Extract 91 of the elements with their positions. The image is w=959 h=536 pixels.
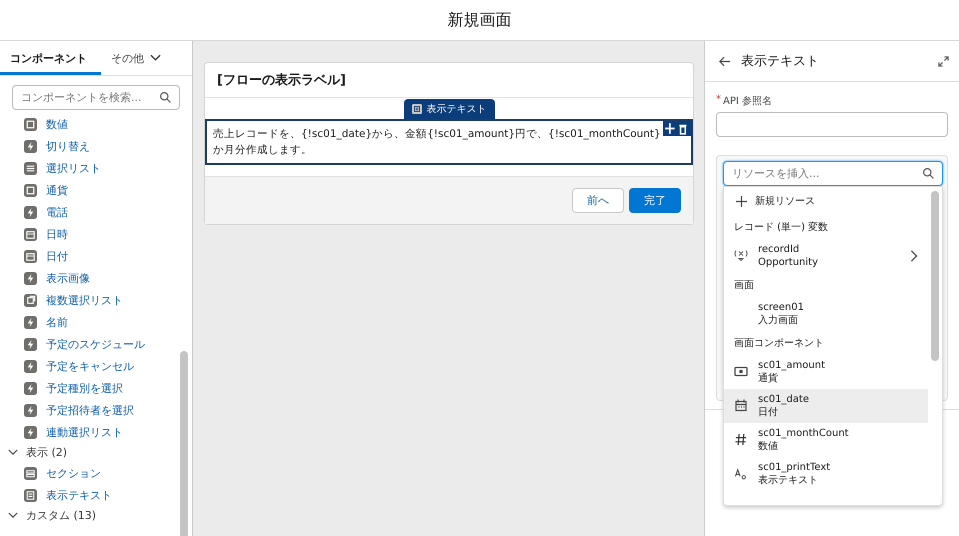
lightning-icon — [24, 360, 37, 372]
lightning-icon — [24, 206, 37, 218]
display-text-component[interactable]: 売上レコードを、{!sc01_date}から、金額{!sc01_amount}円で、{!sc01_monthCount}か月分作成します。 — [205, 119, 693, 165]
group-heading: カスタム (13) — [26, 508, 96, 523]
previous-button[interactable]: 前へ — [572, 188, 624, 213]
expand-icon[interactable] — [938, 56, 949, 66]
resource-option[interactable]: sc01_date 日付 — [724, 389, 928, 423]
resource-name: sc01_printText — [758, 461, 832, 474]
component-tag-label: 表示テキスト — [426, 102, 486, 116]
lightning-icon — [24, 382, 37, 394]
required-mark: * — [716, 94, 721, 107]
variable-icon — [734, 249, 748, 262]
menu-group-heading: 画面コンポーネント — [734, 337, 824, 350]
new-resource-option[interactable]: 新規リソース — [724, 187, 928, 215]
search-field[interactable]: コンポーネントを検索... — [12, 85, 180, 110]
calendar-icon — [734, 399, 748, 412]
resource-option[interactable]: screen01 入力画面 — [724, 297, 928, 331]
component-icon — [24, 466, 37, 480]
component-icon — [24, 228, 37, 240]
palette-tab[interactable]: その他 — [101, 41, 171, 75]
display-text: 売上レコードを、{!sc01_date}から、金額{!sc01_amount}円で、{!sc01_monthCount}か月分作成します。 — [213, 128, 661, 156]
finish-button[interactable]: 完了 — [629, 188, 681, 213]
palette-tab[interactable]: コンポーネント — [0, 41, 101, 75]
resource-type: 通貨 — [758, 372, 779, 385]
component-item[interactable]: 名前 — [46, 314, 68, 330]
component-item[interactable]: 数値 — [46, 116, 68, 132]
resource-type: 表示テキスト — [758, 474, 819, 487]
hash-icon — [734, 433, 748, 446]
screen-title: [フローの表示ラベル] — [217, 72, 346, 89]
move-delete-icon[interactable] — [663, 121, 691, 136]
lightning-icon — [24, 404, 37, 416]
search-icon — [922, 167, 935, 180]
resource-type: Opportunity — [758, 256, 820, 269]
component-item[interactable]: 選択リスト — [46, 160, 101, 176]
lightning-icon — [24, 272, 37, 284]
component-icon — [24, 162, 37, 174]
resource-type: 日付 — [758, 406, 779, 419]
resource-name: sc01_amount — [758, 359, 826, 372]
component-item[interactable]: 通貨 — [46, 182, 68, 198]
text-icon — [412, 104, 422, 114]
resource-type: 入力画面 — [758, 314, 799, 327]
caret-icon — [150, 54, 161, 62]
resource-option[interactable]: sc01_monthCount 数値 — [724, 423, 928, 457]
component-icon — [24, 250, 37, 262]
resource-search-field[interactable]: リソースを挿入... — [723, 161, 943, 186]
component-icon — [24, 488, 37, 502]
component-item[interactable]: 予定のスケジュール — [46, 336, 145, 352]
currency-icon — [734, 365, 748, 378]
menu-group-heading: 画面 — [734, 279, 754, 292]
text-format-icon — [734, 467, 748, 480]
page-title: 新規画面 — [448, 10, 512, 30]
component-item[interactable]: 予定をキャンセル — [46, 358, 134, 374]
chevron-icon — [910, 250, 918, 262]
lightning-icon — [24, 426, 37, 438]
resource-type: 数値 — [758, 440, 779, 453]
scrollbar[interactable] — [931, 191, 939, 361]
resource-option[interactable]: sc01_printText 表示テキスト — [724, 457, 928, 491]
resource-name: sc01_monthCount — [758, 427, 850, 440]
lightning-icon — [24, 316, 37, 328]
component-item[interactable]: 表示テキスト — [46, 488, 112, 502]
component-icon — [24, 184, 37, 196]
chevron-icon[interactable] — [8, 449, 18, 456]
search-icon — [159, 91, 172, 104]
component-item[interactable]: 電話 — [46, 204, 68, 220]
resource-option[interactable]: recordId Opportunity — [724, 239, 928, 273]
api-name-input[interactable] — [716, 112, 948, 137]
component-item[interactable]: セクション — [46, 466, 101, 480]
plus-icon — [736, 196, 747, 206]
lightning-icon — [24, 338, 37, 350]
component-item[interactable]: 日付 — [46, 248, 68, 264]
component-item[interactable]: 切り替え — [46, 138, 90, 154]
field-label: API 参照名 — [723, 94, 772, 108]
resource-option[interactable]: sc01_amount 通貨 — [724, 355, 928, 389]
component-item[interactable]: 複数選択リスト — [46, 292, 123, 308]
component-item[interactable]: 日時 — [46, 226, 68, 242]
lightning-icon — [24, 140, 37, 152]
chevron-icon[interactable] — [8, 512, 18, 519]
component-icon — [24, 118, 37, 130]
component-item[interactable]: 表示画像 — [46, 270, 90, 286]
menu-group-heading: レコード (単一) 変数 — [734, 220, 828, 234]
group-heading: 表示 (2) — [26, 445, 68, 460]
component-icon — [24, 294, 37, 306]
component-item[interactable]: 連動選択リスト — [46, 424, 123, 440]
panel-title: 表示テキスト — [741, 53, 820, 70]
resource-name: screen01 — [758, 301, 805, 314]
back-arrow-icon[interactable] — [719, 56, 731, 66]
scrollbar[interactable] — [180, 351, 188, 536]
resource-name: sc01_date — [758, 393, 810, 406]
component-item[interactable]: 予定招待者を選択 — [46, 402, 134, 418]
component-item[interactable]: 予定種別を選択 — [46, 380, 123, 396]
resource-name: recordId — [758, 243, 800, 256]
